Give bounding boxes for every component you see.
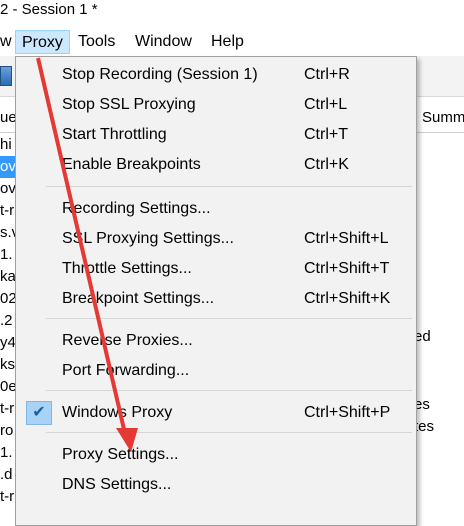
request-row[interactable]: ov [0, 178, 16, 200]
menu-item-shortcut: Ctrl+Shift+T [304, 260, 390, 277]
menu-bar: w Proxy Tools Window Help [0, 29, 464, 56]
column-header-summary[interactable]: Summ [422, 109, 464, 126]
menu-item-shortcut: Ctrl+T [304, 126, 348, 143]
menu-separator [46, 432, 412, 433]
request-row[interactable]: 02 [0, 288, 16, 310]
menu-item-label: Start Throttling [62, 126, 167, 143]
request-row[interactable]: y4 [0, 332, 16, 354]
menu-item-recording-settings[interactable]: Recording Settings... [16, 194, 416, 224]
menu-item-label: Breakpoint Settings... [62, 290, 215, 307]
menu-window[interactable]: Window [129, 30, 198, 54]
request-row[interactable]: ks [0, 354, 16, 376]
menu-item-label: Recording Settings... [62, 200, 211, 217]
menu-item-proxy-settings[interactable]: Proxy Settings... [16, 440, 416, 470]
menu-item-shortcut: Ctrl+Shift+L [304, 230, 389, 247]
menu-item-windows-proxy[interactable]: ✔ Windows Proxy Ctrl+Shift+P [16, 398, 416, 428]
request-row[interactable]: .2 [0, 310, 16, 332]
menu-item-shortcut: Ctrl+Shift+P [304, 404, 391, 421]
menu-item-ssl-proxying-settings[interactable]: SSL Proxying Settings... Ctrl+Shift+L [16, 224, 416, 254]
menu-item-label: Enable Breakpoints [62, 156, 201, 173]
request-row[interactable]: 0e [0, 376, 16, 398]
request-row[interactable]: hi [0, 134, 16, 156]
menu-item-stop-recording-session-1[interactable]: Stop Recording (Session 1) Ctrl+R [16, 60, 416, 90]
menu-item-dns-settings[interactable]: DNS Settings... [16, 470, 416, 500]
menu-item-port-forwarding[interactable]: Port Forwarding... [16, 356, 416, 386]
title-bar: 2 - Session 1 * [0, 0, 464, 28]
request-row[interactable]: t-r [0, 398, 16, 420]
request-row[interactable]: ro [0, 420, 16, 442]
menu-item-stop-ssl-proxying[interactable]: Stop SSL Proxying Ctrl+L [16, 90, 416, 120]
menu-item-label: DNS Settings... [62, 476, 172, 493]
menu-tools[interactable]: Tools [72, 30, 121, 54]
menu-item-label: Stop Recording (Session 1) [62, 66, 258, 83]
menu-item-label: Stop SSL Proxying [62, 96, 196, 113]
menu-item-shortcut: Ctrl+K [304, 156, 349, 173]
request-row[interactable]: ka. [0, 266, 16, 288]
menu-item-enable-breakpoints[interactable]: Enable Breakpoints Ctrl+K [16, 150, 416, 180]
request-row[interactable]: t-r [0, 200, 16, 222]
checkmark-icon: ✔ [26, 401, 52, 425]
window-title: 2 - Session 1 * [0, 1, 98, 18]
request-row[interactable]: .d [0, 464, 16, 486]
menu-help[interactable]: Help [205, 30, 250, 54]
request-row[interactable]: 1. [0, 244, 16, 266]
proxy-dropdown-menu: Stop Recording (Session 1) Ctrl+R Stop SSL… [15, 56, 417, 526]
menu-item-shortcut: Ctrl+L [304, 96, 348, 113]
menu-item-shortcut: Ctrl+Shift+K [304, 290, 391, 307]
menu-separator [46, 186, 412, 187]
menu-separator [46, 390, 412, 391]
menu-item-label: Port Forwarding... [62, 362, 190, 379]
summary-fragment: tes [414, 418, 435, 435]
menu-separator [46, 318, 412, 319]
menu-item-breakpoint-settings[interactable]: Breakpoint Settings... Ctrl+Shift+K [16, 284, 416, 314]
menu-item-reverse-proxies[interactable]: Reverse Proxies... [16, 326, 416, 356]
menu-item-label: SSL Proxying Settings... [62, 230, 234, 247]
menu-proxy[interactable]: Proxy [15, 30, 70, 54]
menu-item-throttle-settings[interactable]: Throttle Settings... Ctrl+Shift+T [16, 254, 416, 284]
request-row[interactable]: ov [0, 156, 16, 178]
request-row[interactable]: s.v [0, 222, 16, 244]
request-row[interactable]: 1. [0, 442, 16, 464]
menu-item-label: Proxy Settings... [62, 446, 179, 463]
menu-item-label: Windows Proxy [62, 404, 173, 421]
menu-item-shortcut: Ctrl+R [304, 66, 350, 83]
menu-item-label: Throttle Settings... [62, 260, 192, 277]
menu-item-label: Reverse Proxies... [62, 332, 193, 349]
record-icon[interactable] [0, 66, 12, 86]
menu-item-start-throttling[interactable]: Start Throttling Ctrl+T [16, 120, 416, 150]
request-row[interactable]: t-r [0, 486, 16, 508]
